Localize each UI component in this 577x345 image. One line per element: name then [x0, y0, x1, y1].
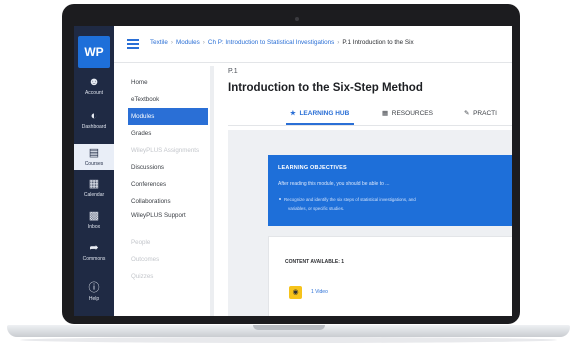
breadcrumb-bar: Textile › Modules › Ch P: Introduction to St…: [114, 26, 512, 63]
tab-practice[interactable]: ✎ PRACTI: [464, 109, 497, 117]
breadcrumb: Textile › Modules › Ch P: Introduction to St…: [150, 39, 414, 46]
learning-objectives-card: LEARNING OBJECTIVES After reading this m…: [268, 155, 512, 226]
laptop-notch: [253, 325, 325, 330]
bullet-icon: [279, 198, 281, 200]
help-icon: ⓘ: [88, 282, 100, 294]
course-nav-collaborations[interactable]: Collaborations: [128, 193, 208, 210]
global-nav-help[interactable]: ⓘ Help: [74, 282, 114, 302]
star-icon: ★: [290, 110, 296, 117]
breadcrumb-modules[interactable]: Modules: [176, 39, 200, 46]
tab-resources[interactable]: ▦ RESOURCES: [382, 109, 433, 117]
learning-objectives-title: LEARNING OBJECTIVES: [278, 165, 347, 171]
content-tabs: ★ LEARNING HUB ▦ RESOURCES ✎ PRACTI: [228, 103, 512, 126]
user-icon: ☻: [88, 76, 100, 88]
global-nav-calendar[interactable]: ▦ Calendar: [74, 178, 114, 198]
breadcrumb-current: P.1 Introduction to the Six: [342, 39, 414, 46]
breadcrumb-chapter[interactable]: Ch P: Introduction to Statistical Invest…: [208, 39, 334, 46]
learning-objective-item: Recognize and identify the six steps of …: [284, 197, 416, 202]
course-nav-support[interactable]: WileyPLUS Support: [128, 210, 208, 234]
course-nav-grades[interactable]: Grades: [128, 125, 208, 142]
global-nav-account[interactable]: ☻ Account: [74, 76, 114, 96]
section-number: P.1: [228, 68, 238, 75]
course-nav-home[interactable]: Home: [128, 74, 208, 91]
wileyplus-logo[interactable]: WP: [78, 36, 110, 68]
global-nav-courses[interactable]: ▤ Courses: [74, 144, 114, 170]
course-nav-modules[interactable]: Modules: [128, 108, 208, 125]
video-link[interactable]: 1 Video: [311, 289, 328, 295]
webcam: [295, 17, 299, 21]
global-nav-inbox[interactable]: ▩ Inbox: [74, 210, 114, 230]
page-title: Introduction to the Six-Step Method: [228, 82, 423, 94]
course-nav-conferences[interactable]: Conferences: [128, 176, 208, 193]
calendar-icon: ▦: [88, 178, 100, 190]
commons-icon: ➦: [89, 242, 99, 254]
global-nav-commons[interactable]: ➦ Commons: [74, 242, 114, 262]
course-nav-assignments[interactable]: WileyPLUS Assignments: [128, 142, 208, 159]
course-nav-discussions[interactable]: Discussions: [128, 159, 208, 176]
laptop-screen: WP ☻ Account ◐ Dashboard ▤ Courses ▦ Cal…: [74, 26, 512, 316]
breadcrumb-course[interactable]: Textile: [150, 39, 168, 46]
course-nav-quizzes[interactable]: Quizzes: [128, 268, 208, 285]
pencil-icon: ✎: [464, 110, 470, 117]
course-nav-outcomes[interactable]: Outcomes: [128, 251, 208, 268]
course-nav-people[interactable]: People: [128, 234, 208, 251]
play-icon[interactable]: ◉: [289, 286, 302, 299]
grid-icon: ▦: [382, 110, 389, 117]
dashboard-icon: ◐: [90, 110, 98, 122]
global-nav-dashboard[interactable]: ◐ Dashboard: [74, 110, 114, 130]
active-tab-indicator: [286, 123, 354, 125]
content-available-title: CONTENT AVAILABLE: 1: [285, 259, 345, 265]
content-available-card: CONTENT AVAILABLE: 1 ◉ 1 Video: [268, 236, 512, 316]
course-nav: Home eTextbook Modules Grades WileyPLUS …: [128, 74, 208, 285]
hamburger-menu-icon[interactable]: [127, 39, 139, 49]
course-nav-etextbook[interactable]: eTextbook: [128, 91, 208, 108]
book-icon: ▤: [88, 147, 100, 159]
learning-objectives-intro: After reading this module, you should be…: [278, 181, 390, 187]
learning-objective-item-continued: variables, or specific studies.: [288, 206, 345, 211]
laptop-shadow: [20, 337, 557, 343]
tab-learning-hub[interactable]: ★ LEARNING HUB: [290, 109, 349, 117]
global-nav: WP ☻ Account ◐ Dashboard ▤ Courses ▦ Cal…: [74, 26, 114, 316]
course-nav-scrollbar[interactable]: [210, 66, 214, 316]
inbox-icon: ▩: [88, 210, 100, 222]
